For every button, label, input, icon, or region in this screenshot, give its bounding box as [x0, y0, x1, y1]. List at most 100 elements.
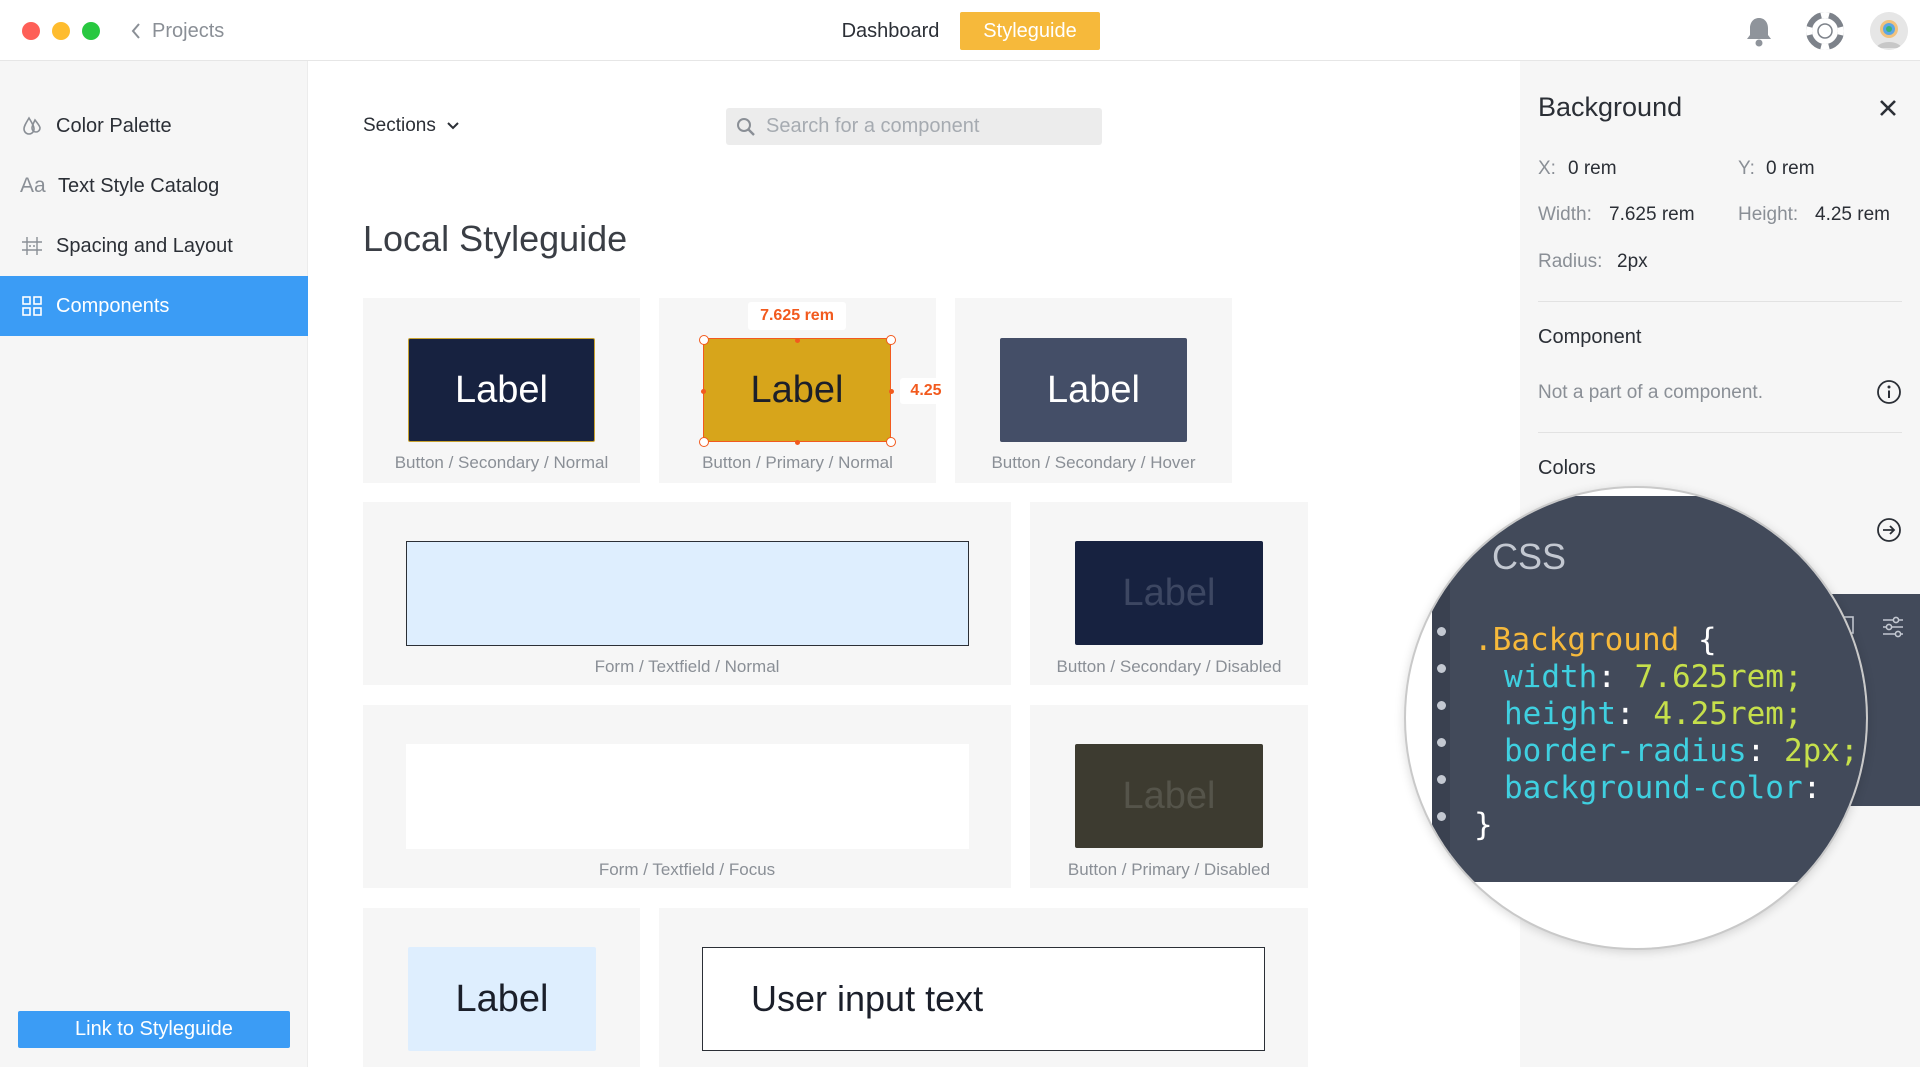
zoom-window-button[interactable]	[82, 22, 100, 40]
midpoint-handle[interactable]	[795, 338, 800, 343]
css-prop: background-color	[1504, 770, 1803, 806]
aa-icon: Aa	[20, 174, 46, 197]
bell-icon	[1747, 18, 1771, 47]
button-secondary-disabled-sample: Label	[1075, 541, 1263, 645]
minimize-window-button[interactable]	[52, 22, 70, 40]
css-settings-button[interactable]	[1880, 614, 1906, 640]
colors-heading: Colors	[1538, 457, 1596, 479]
css-value: 4.25rem;	[1653, 696, 1803, 732]
component-card[interactable]: Label Button / Secondary / Disabled	[1030, 502, 1308, 685]
x-value: 0 rem	[1568, 158, 1617, 179]
component-card[interactable]: User input text	[659, 908, 1308, 1067]
avatar-icon	[1870, 12, 1908, 50]
tab-styleguide[interactable]: Styleguide	[960, 12, 1100, 50]
arrow-right-circle-icon	[1877, 518, 1901, 542]
gutter-dot	[1437, 812, 1446, 821]
close-icon	[1880, 100, 1896, 116]
css-open-brace: {	[1697, 622, 1717, 658]
component-card[interactable]: Label Button / Primary / Disabled	[1030, 705, 1308, 888]
button-light-sample: Label	[408, 947, 596, 1051]
button-secondary-normal-sample: Label	[408, 338, 595, 442]
css-selector: .Background	[1474, 622, 1680, 658]
width-measurement-badge: 7.625 rem	[748, 302, 846, 330]
info-icon	[1877, 380, 1901, 404]
title-bar: Projects Dashboard Styleguide	[0, 0, 1920, 61]
component-card[interactable]: Label Button / Secondary / Normal	[363, 298, 640, 483]
sidebar-item-label: Components	[56, 294, 170, 317]
notifications-button[interactable]	[1742, 14, 1776, 48]
y-label: Y:	[1738, 158, 1755, 179]
css-code-panel: CSS .Background { width: 7.625rem; heigh…	[1432, 496, 1866, 882]
avatar[interactable]	[1870, 12, 1908, 50]
x-label: X:	[1538, 158, 1556, 179]
info-button[interactable]	[1876, 379, 1902, 405]
sidebar-item-text-style-catalog[interactable]: Aa Text Style Catalog	[0, 156, 308, 216]
width-label: Width:	[1538, 204, 1592, 225]
css-prop: width	[1504, 659, 1598, 695]
inspector-title: Background	[1538, 92, 1683, 122]
components-icon	[22, 296, 42, 316]
back-label: Projects	[152, 19, 225, 42]
css-selector-line: .Background {	[1474, 622, 1717, 658]
width-value: 7.625 rem	[1609, 204, 1695, 225]
textfield-filled-sample: User input text	[702, 947, 1265, 1051]
sidebar-item-color-palette[interactable]: Color Palette	[0, 96, 308, 156]
height-measurement-badge: 4.25	[900, 378, 952, 404]
search-input[interactable]	[766, 115, 1086, 138]
sidebar-item-components[interactable]: Components	[0, 276, 308, 336]
height-value: 4.25 rem	[1815, 204, 1890, 225]
component-card[interactable]: Label	[363, 908, 640, 1067]
tab-dashboard[interactable]: Dashboard	[828, 12, 953, 50]
gutter-dot	[1437, 627, 1446, 636]
sidebar-item-label: Spacing and Layout	[56, 234, 233, 257]
component-card[interactable]: Form / Textfield / Normal	[363, 502, 1011, 685]
go-to-color-button[interactable]	[1876, 517, 1902, 543]
divider	[1538, 432, 1902, 433]
sections-dropdown[interactable]: Sections	[363, 112, 460, 140]
midpoint-handle[interactable]	[795, 440, 800, 445]
css-prop: height	[1504, 696, 1616, 732]
height-label: Height:	[1738, 204, 1799, 225]
card-caption: Button / Primary / Disabled	[1067, 860, 1271, 879]
lifebuoy-icon	[1806, 12, 1844, 50]
component-card[interactable]: Form / Textfield / Focus	[363, 705, 1011, 888]
css-prop-line: background-color:	[1504, 770, 1822, 806]
css-prop-line: width: 7.625rem;	[1504, 659, 1803, 695]
chevron-left-icon	[131, 23, 140, 39]
css-close-brace: }	[1474, 807, 1493, 843]
css-heading: CSS	[1492, 536, 1567, 577]
css-value: 7.625rem;	[1634, 659, 1803, 695]
midpoint-handle[interactable]	[701, 389, 706, 394]
component-card[interactable]: Label Button / Secondary / Hover	[955, 298, 1232, 483]
card-caption: Button / Secondary / Normal	[394, 453, 609, 472]
drops-icon	[23, 116, 41, 135]
component-heading: Component	[1538, 326, 1642, 348]
gutter-dot	[1437, 664, 1446, 673]
sidebar-item-label: Color Palette	[56, 114, 172, 137]
search-box	[726, 108, 1102, 145]
resize-handle[interactable]	[699, 437, 709, 447]
chevron-down-icon	[447, 122, 459, 130]
link-to-styleguide-button[interactable]: Link to Styleguide	[18, 1011, 290, 1048]
close-panel-button[interactable]	[1876, 96, 1900, 120]
back-to-projects-link[interactable]: Projects	[130, 17, 224, 45]
search-icon	[737, 117, 755, 136]
resize-handle[interactable]	[699, 335, 709, 345]
code-gutter	[1432, 576, 1450, 882]
css-prop: border-radius	[1504, 733, 1747, 769]
card-caption: Form / Textfield / Focus	[598, 860, 776, 879]
magnifier-lens: CSS .Background { width: 7.625rem; heigh…	[1404, 486, 1868, 950]
card-caption: Button / Secondary / Disabled	[1056, 657, 1282, 676]
divider	[1538, 301, 1902, 302]
help-button[interactable]	[1806, 12, 1844, 50]
resize-handle[interactable]	[886, 335, 896, 345]
sidebar-item-spacing-and-layout[interactable]: Spacing and Layout	[0, 216, 308, 276]
sidebar-item-label: Text Style Catalog	[58, 174, 220, 197]
css-value: 2px;	[1783, 733, 1859, 769]
sections-label: Sections	[363, 115, 436, 136]
close-window-button[interactable]	[22, 22, 40, 40]
midpoint-handle[interactable]	[889, 389, 894, 394]
resize-handle[interactable]	[886, 437, 896, 447]
button-secondary-hover-sample: Label	[1000, 338, 1187, 442]
gutter-dot	[1437, 701, 1446, 710]
